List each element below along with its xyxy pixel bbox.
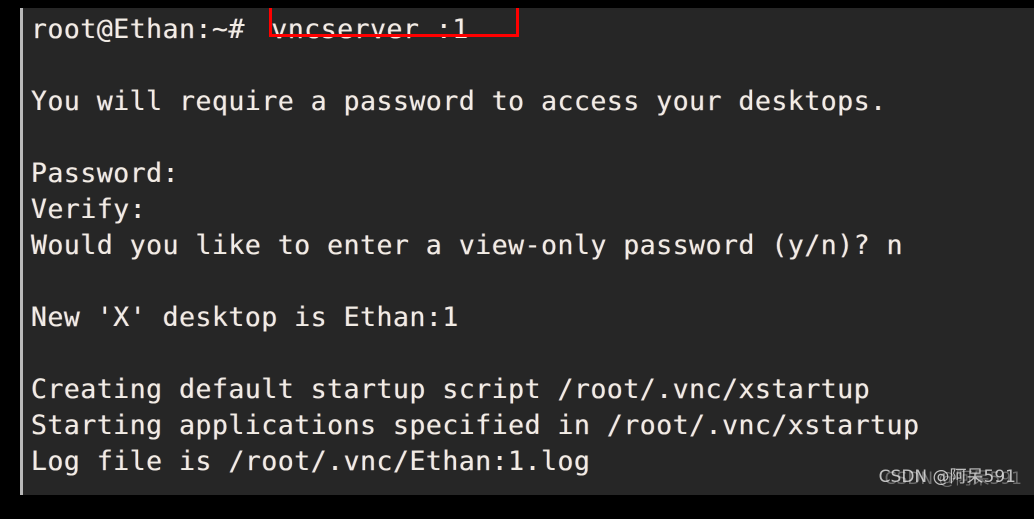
terminal-prompt-line: root@Ethan:~# vncserver :1	[31, 8, 1034, 48]
terminal-line-password-prompt: Password:	[31, 158, 180, 189]
csdn-watermark-text: CSDN @阿呆591	[878, 467, 1016, 487]
terminal-line-verify-prompt: Verify:	[31, 194, 147, 225]
highlighted-command[interactable]: vncserver :1	[261, 14, 468, 45]
terminal-line: You will require a password to access yo…	[31, 86, 887, 117]
terminal-output: root@Ethan:~# vncserver :1 You will requ…	[31, 8, 1034, 480]
terminal-line-new-desktop: New 'X' desktop is Ethan:1	[31, 302, 459, 333]
terminal-window[interactable]: root@Ethan:~# vncserver :1 You will requ…	[23, 8, 1034, 495]
shell-prompt: root@Ethan:~#	[31, 14, 262, 45]
terminal-line-creating-script: Creating default startup script /root/.v…	[31, 374, 871, 405]
terminal-line-viewonly-prompt: Would you like to enter a view-only pass…	[31, 230, 904, 261]
terminal-screenshot: root@Ethan:~# vncserver :1 You will requ…	[0, 0, 1034, 519]
csdn-watermark: CSDN @阿呆591 CSDN @阿呆591	[846, 465, 1022, 491]
terminal-line-starting-apps: Starting applications specified in /root…	[31, 410, 920, 441]
